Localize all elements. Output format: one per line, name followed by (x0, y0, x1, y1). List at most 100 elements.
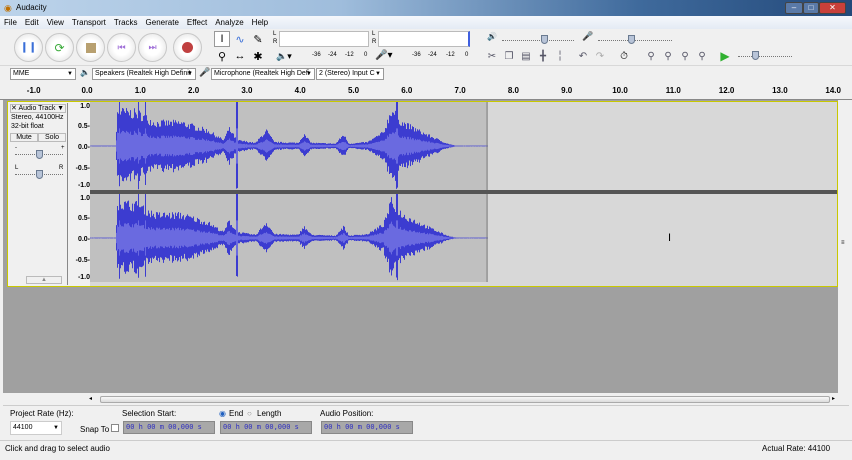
input-device-select[interactable]: Microphone (Realtek High Defi ▼ (211, 68, 315, 80)
selection-end-time[interactable]: 00 h 00 m 00,000 s (220, 421, 312, 434)
silence-button[interactable]: ╎ (552, 48, 568, 64)
record-meter[interactable] (378, 31, 470, 47)
minimize-button[interactable]: – (785, 2, 803, 14)
close-button[interactable]: ✕ (819, 2, 846, 14)
audio-position-time[interactable]: 00 h 00 m 00,000 s (321, 421, 413, 434)
output-value: Speakers (Realtek High Definit (95, 70, 191, 77)
close-icon[interactable]: ✕ (11, 105, 17, 112)
play-at-speed-button[interactable]: ▶ (717, 48, 733, 64)
mute-button[interactable]: Mute (10, 133, 38, 142)
scale-label: 0.0- (77, 144, 90, 151)
menu-analyze[interactable]: Analyze (211, 16, 247, 27)
cut-button[interactable]: ✂ (484, 48, 500, 64)
output-volume-slider[interactable] (502, 40, 574, 41)
play-icon: ▶ (720, 49, 730, 63)
length-radio[interactable]: ○ (247, 409, 252, 418)
output-device-select[interactable]: Speakers (Realtek High Definit ▼ (92, 68, 196, 80)
collapse-button[interactable]: ▲ (26, 276, 62, 284)
speaker-icon: 🔈▾ (276, 51, 292, 61)
chevron-down-icon: ▼ (375, 71, 381, 77)
zoom-tool[interactable]: ⚲ (214, 48, 230, 64)
waveform-display[interactable] (90, 102, 837, 286)
horizontal-scrollbar[interactable]: ◂ ▸ (3, 395, 838, 404)
fit-selection-icon: ⚲ (681, 50, 689, 62)
paste-button[interactable]: ▤ (518, 48, 534, 64)
trim-button[interactable]: ╋ (535, 48, 551, 64)
menu-view[interactable]: View (43, 16, 68, 27)
menu-edit[interactable]: Edit (21, 16, 43, 27)
end-radio[interactable]: ◉ (219, 409, 226, 418)
play-speed-thumb[interactable] (752, 51, 759, 60)
pan-thumb[interactable] (36, 170, 43, 179)
chevron-down-icon: ▼ (306, 71, 312, 77)
skip-start-button[interactable]: ⏮ (107, 33, 136, 62)
track-menu-button[interactable]: ✕ Audio Track ▼ (10, 104, 66, 113)
play-speed-slider[interactable] (738, 56, 792, 57)
pause-button[interactable]: ❙❙ (14, 33, 43, 62)
menu-file[interactable]: File (0, 16, 21, 27)
time-shift-tool[interactable]: ↔ (232, 48, 248, 64)
double-arrow-icon: ↔ (234, 50, 246, 62)
maximize-button[interactable]: □ (803, 2, 819, 14)
playback-meter[interactable] (279, 31, 369, 47)
audio-track[interactable]: ✕ Audio Track ▼ Stereo, 44100Hz 32-bit fl… (7, 101, 838, 287)
skip-end-button[interactable]: ⏭ (138, 33, 167, 62)
undo-button[interactable]: ↶ (575, 48, 591, 64)
track-area[interactable]: ✕ Audio Track ▼ Stereo, 44100Hz 32-bit fl… (3, 100, 838, 393)
play-button[interactable]: ⟳ (45, 33, 74, 62)
microphone-icon: 🎤 (199, 67, 211, 77)
snap-to-checkbox[interactable] (111, 424, 119, 432)
zoom-out-icon: ⚲ (664, 50, 672, 62)
timeline-ruler[interactable]: -1.0 0.0 1.0 2.0 3.0 4.0 5.0 6.0 7.0 8.0 9.0 10.0 11… (0, 83, 852, 100)
meter-r-label: R (273, 39, 278, 45)
menu-transport[interactable]: Transport (68, 16, 110, 27)
stop-button[interactable] (76, 33, 105, 62)
solo-button[interactable]: Solo (38, 133, 66, 142)
menu-effect[interactable]: Effect (183, 16, 211, 27)
selection-start-time[interactable]: 00 h 00 m 00,000 s (123, 421, 215, 434)
fit-selection-button[interactable]: ⚲ (677, 48, 693, 64)
ruler-tick-label: 1.0 (134, 86, 146, 95)
fit-project-button[interactable]: ⚲ (694, 48, 710, 64)
selection-tool[interactable]: I (214, 31, 230, 47)
gain-plus-label: + (61, 145, 65, 151)
zoom-out-button[interactable]: ⚲ (660, 48, 676, 64)
output-volume-icon: 🔊 (487, 32, 497, 41)
start-time-value: 00 h 00 m 00,000 s (126, 423, 202, 431)
gain-minus-label: - (15, 145, 17, 151)
scroll-left-icon[interactable]: ◂ (89, 395, 92, 402)
draw-tool[interactable]: ✎ (250, 31, 266, 47)
input-channels-select[interactable]: 2 (Stereo) Input C ▼ (316, 68, 384, 80)
copy-button[interactable]: ❐ (501, 48, 517, 64)
scroll-thumb[interactable] (100, 396, 830, 403)
ruler-tick-label: 2.0 (188, 86, 200, 95)
ruler-tick-label: 8.0 (507, 86, 519, 95)
sync-lock-button[interactable]: ⏱ (616, 48, 632, 64)
status-bar: Click and drag to select audio Actual Ra… (0, 440, 852, 454)
envelope-tool[interactable]: ∿ (232, 31, 248, 47)
pencil-icon: ✎ (253, 33, 263, 46)
project-rate-value: 44100 (13, 424, 33, 431)
ruler-tick-label: 5.0 (347, 86, 360, 95)
input-volume-thumb[interactable] (628, 35, 635, 44)
menu-generate[interactable]: Generate (142, 16, 183, 27)
pan-r-label: R (59, 165, 64, 171)
project-rate-select[interactable]: 44100 ▼ (10, 421, 62, 435)
redo-button[interactable]: ↷ (592, 48, 608, 64)
menu-help[interactable]: Help (248, 16, 272, 27)
scroll-right-icon[interactable]: ▸ (832, 395, 835, 402)
output-volume-thumb[interactable] (541, 35, 548, 44)
gain-thumb[interactable] (36, 150, 43, 159)
multi-tool[interactable]: ✱ (250, 48, 266, 64)
vertical-scrollbar[interactable]: ≡ (838, 100, 850, 393)
meter-r-label: R (372, 39, 377, 45)
record-button[interactable] (173, 33, 202, 62)
scissors-icon: ✂ (487, 50, 497, 62)
zoom-in-button[interactable]: ⚲ (643, 48, 659, 64)
channel-separator (90, 190, 837, 194)
asterisk-icon: ✱ (253, 50, 263, 63)
ruler-tick-label: 6.0 (401, 86, 413, 95)
input-volume-slider[interactable] (598, 40, 672, 41)
audio-host-select[interactable]: MME ▼ (10, 68, 76, 80)
menu-tracks[interactable]: Tracks (110, 16, 142, 27)
